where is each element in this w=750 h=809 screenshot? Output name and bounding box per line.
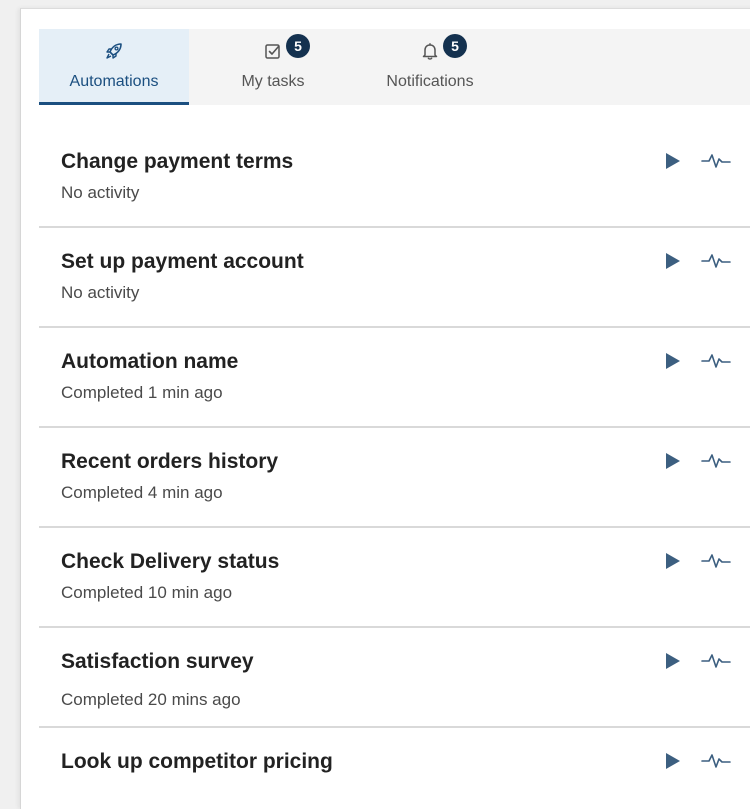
- automation-item: Satisfaction survey Completed 20 mins ag…: [39, 628, 750, 728]
- automation-item: Set up payment account No activity: [39, 228, 750, 328]
- automation-panel: Automations 5 My tasks 5 Notifications C…: [20, 8, 750, 809]
- automation-title: Look up competitor pricing: [61, 750, 333, 773]
- tab-label: My tasks: [241, 73, 305, 90]
- automation-status: No activity: [61, 283, 140, 302]
- activity-pulse-icon[interactable]: [701, 150, 731, 172]
- tab-icon-container: [104, 39, 124, 63]
- automation-status: Completed 10 min ago: [61, 583, 233, 602]
- activity-pulse-icon[interactable]: [701, 350, 731, 372]
- rocket-icon: [106, 43, 122, 59]
- activity-pulse-icon[interactable]: [701, 650, 731, 672]
- tab-bar: Automations 5 My tasks 5 Notifications: [39, 29, 750, 105]
- bell-icon: [422, 43, 438, 60]
- automation-item: Change payment terms No activity: [39, 128, 750, 228]
- automation-status: Completed 20 mins ago: [61, 690, 241, 709]
- tasks-count-badge: 5: [286, 34, 310, 58]
- play-icon[interactable]: [661, 650, 683, 672]
- tab-icon-container: 5: [420, 34, 467, 63]
- activity-pulse-icon[interactable]: [701, 550, 731, 572]
- automation-item: Automation name Completed 1 min ago: [39, 328, 750, 428]
- automation-title: Set up payment account: [61, 250, 304, 273]
- play-icon[interactable]: [661, 750, 683, 772]
- automation-title: Recent orders history: [61, 450, 279, 473]
- automation-status: Completed 1 min ago: [61, 383, 223, 402]
- activity-pulse-icon[interactable]: [701, 750, 731, 772]
- play-icon[interactable]: [661, 350, 683, 372]
- automation-title: Change payment terms: [61, 150, 294, 173]
- activity-pulse-icon[interactable]: [701, 250, 731, 272]
- automation-title: Satisfaction survey: [61, 650, 254, 673]
- checkbox-icon: [265, 44, 280, 59]
- tab-automations[interactable]: Automations: [39, 29, 189, 105]
- tab-icon-container: 5: [263, 34, 310, 63]
- tab-my-tasks[interactable]: 5 My tasks: [189, 29, 357, 105]
- play-icon[interactable]: [661, 450, 683, 472]
- tab-label: Automations: [69, 73, 159, 90]
- automation-title: Check Delivery status: [61, 550, 280, 573]
- play-icon[interactable]: [661, 250, 683, 272]
- automation-title: Automation name: [61, 350, 239, 373]
- tab-label: Notifications: [386, 73, 474, 90]
- automation-list: Change payment terms No activity Set up …: [39, 128, 750, 809]
- automation-status: No activity: [61, 183, 140, 202]
- play-icon[interactable]: [661, 150, 683, 172]
- activity-pulse-icon[interactable]: [701, 450, 731, 472]
- automation-item: Recent orders history Completed 4 min ag…: [39, 428, 750, 528]
- automation-item: Look up competitor pricing: [39, 728, 750, 809]
- play-icon[interactable]: [661, 550, 683, 572]
- tab-notifications[interactable]: 5 Notifications: [357, 29, 503, 105]
- automation-status: Completed 4 min ago: [61, 483, 223, 502]
- automation-item: Check Delivery status Completed 10 min a…: [39, 528, 750, 628]
- notifications-count-badge: 5: [443, 34, 467, 58]
